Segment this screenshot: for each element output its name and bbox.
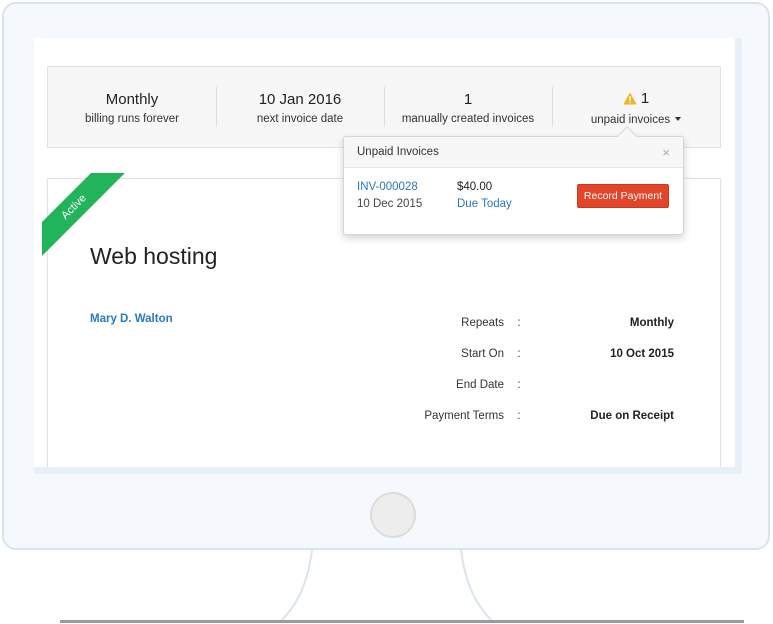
customer-link[interactable]: Mary D. Walton <box>90 313 173 325</box>
popover-title: Unpaid Invoices <box>357 146 439 158</box>
close-icon[interactable]: × <box>662 145 670 160</box>
detail-value: Due on Receipt <box>590 410 674 422</box>
unpaid-count: 1 <box>640 89 650 107</box>
unpaid-invoice-row: INV-000028 10 Dec 2015 $40.00 Due Today … <box>344 168 683 234</box>
manual-invoices-label: manually created invoices <box>401 112 535 125</box>
manual-invoices-value: 1 <box>463 90 473 108</box>
invoice-due-status: Due Today <box>457 198 512 210</box>
billing-stat: Monthly billing runs forever <box>48 87 216 127</box>
popover-header: Unpaid Invoices × <box>344 137 683 168</box>
detail-label: End Date <box>456 379 504 391</box>
invoice-number-link[interactable]: INV-000028 <box>357 181 418 193</box>
detail-separator: : <box>517 317 521 329</box>
invoice-amount: $40.00 <box>457 181 493 193</box>
monitor-stand <box>60 550 744 623</box>
unpaid-invoices-toggle[interactable]: unpaid invoices <box>590 113 682 126</box>
detail-row-repeats: Repeats : Monthly <box>414 317 674 348</box>
subscription-details: Repeats : Monthly Start On : 10 Oct 2015… <box>414 317 674 441</box>
detail-row-start-on: Start On : 10 Oct 2015 <box>414 348 674 379</box>
next-invoice-value: 10 Jan 2016 <box>258 90 342 108</box>
unpaid-label: unpaid invoices <box>590 113 671 126</box>
billing-value: Monthly <box>105 90 159 108</box>
billing-label: billing runs forever <box>85 112 179 125</box>
manual-invoices-stat: 1 manually created invoices <box>384 87 552 127</box>
detail-value: Monthly <box>629 317 674 329</box>
power-button <box>370 492 416 538</box>
caret-down-icon <box>675 116 682 121</box>
detail-label: Repeats <box>461 317 504 329</box>
unpaid-invoices-stat[interactable]: 1 unpaid invoices <box>552 87 720 127</box>
detail-separator: : <box>517 410 521 422</box>
unpaid-invoices-popover: Unpaid Invoices × INV-000028 10 Dec 2015… <box>343 126 684 235</box>
detail-separator: : <box>517 348 521 360</box>
detail-separator: : <box>517 379 521 391</box>
next-invoice-label: next invoice date <box>256 112 344 125</box>
detail-label: Start On <box>461 348 504 360</box>
app-screen: Monthly billing runs forever 10 Jan 2016… <box>34 38 735 467</box>
detail-row-payment-terms: Payment Terms : Due on Receipt <box>414 410 674 441</box>
invoice-date: 10 Dec 2015 <box>357 198 423 210</box>
warning-icon <box>623 91 637 111</box>
record-payment-button[interactable]: Record Payment <box>577 184 669 208</box>
detail-row-end-date: End Date : <box>414 379 674 410</box>
detail-value: 10 Oct 2015 <box>610 348 674 360</box>
next-invoice-stat: 10 Jan 2016 next invoice date <box>216 87 384 127</box>
detail-label: Payment Terms <box>424 410 504 422</box>
plan-title: Web hosting <box>90 243 218 269</box>
